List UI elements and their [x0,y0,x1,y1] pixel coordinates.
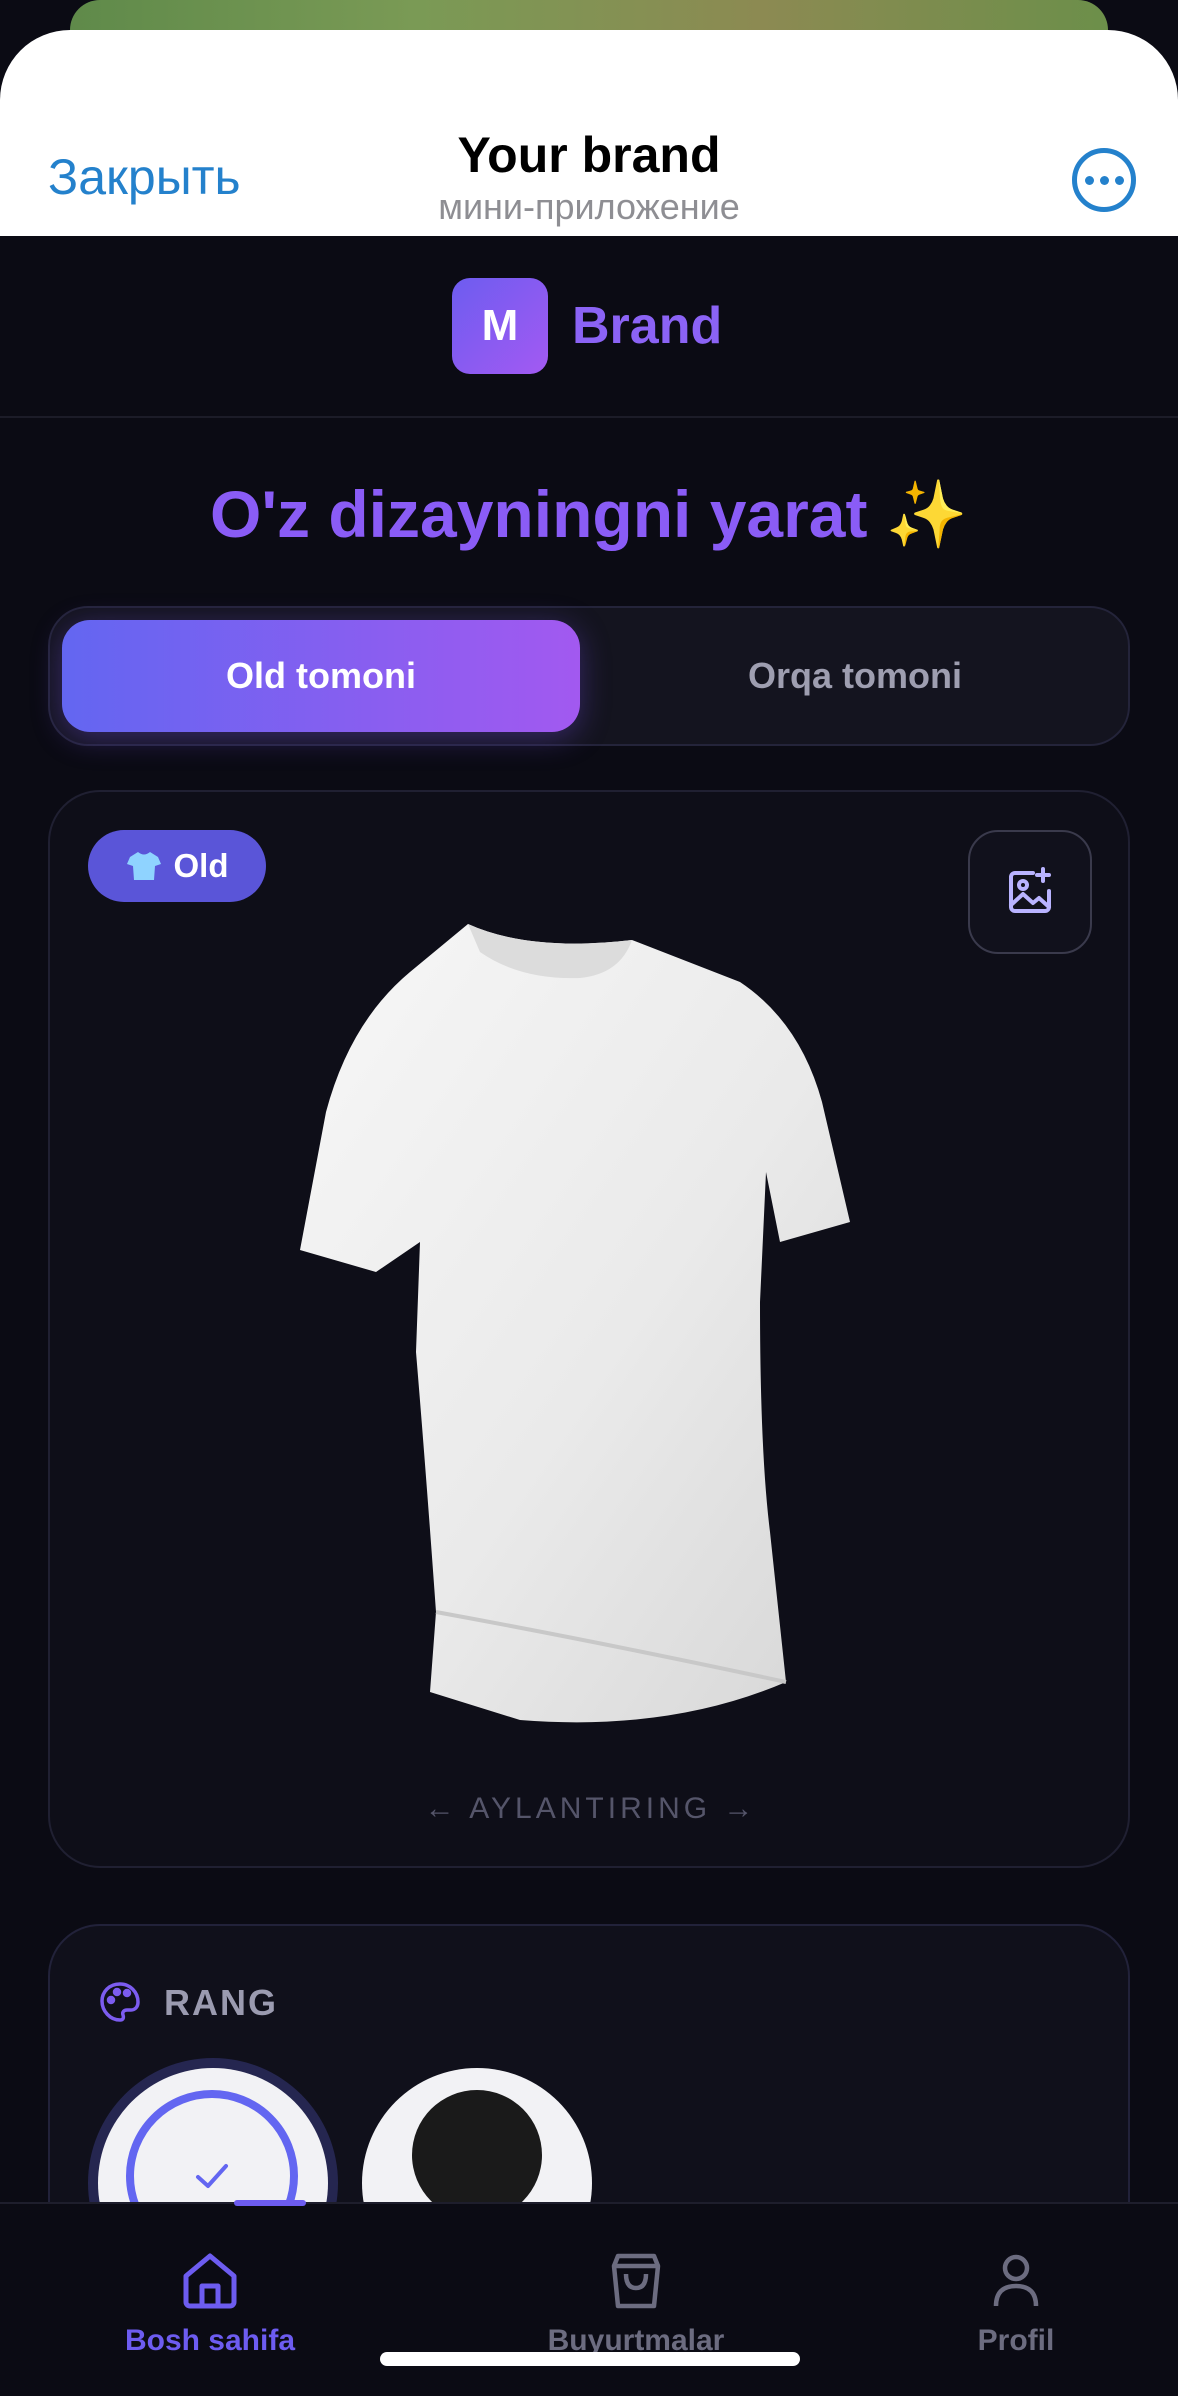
mini-app: M Brand O'z dizayningni yarat ✨ Old tomo… [0,236,1178,2396]
add-image-icon [1009,867,1051,913]
app-subtitle: мини-приложение [438,186,740,227]
shirt-preview-card: Old ← AYLANTIRING → [48,790,1130,1868]
active-indicator [234,2200,306,2206]
more-horizontal-icon[interactable] [1072,148,1136,212]
tshirt-icon [126,852,161,880]
bottom-nav: Bosh sahifa Buyurtmalar Profil [0,2200,1178,2396]
palette-icon [100,1982,140,2022]
color-section-title: RANG [164,1982,278,2023]
app-title: Your brand [457,127,721,183]
side-badge: Old [88,830,266,902]
telegram-header: Закрыть Your brand мини-приложение [0,30,1178,236]
home-icon [183,2253,237,2309]
nav-profile[interactable]: Profil [866,2204,1166,2396]
check-icon [196,2164,228,2188]
rotate-hint: ← AYLANTIRING → [424,1792,758,1825]
nav-profile-label: Profil [977,2324,1055,2357]
page-title: O'z dizayningni yarat ✨ [209,477,968,551]
nav-home[interactable]: Bosh sahifa [60,2200,360,2396]
home-indicator [380,2352,800,2366]
user-icon [993,2254,1039,2307]
brand-logo: M [452,278,548,374]
tab-back[interactable]: Orqa tomoni [590,620,1120,732]
tab-front[interactable]: Old tomoni [62,620,580,732]
brand-bar: M Brand [0,236,1178,418]
side-badge-label: Old [173,847,229,884]
add-image-button[interactable] [968,830,1092,954]
nav-home-label: Bosh sahifa [124,2324,296,2357]
brand-name: Brand [572,297,723,355]
side-tabs: Old tomoni Orqa tomoni [48,606,1130,746]
nav-orders[interactable]: Buyurtmalar [486,2204,786,2396]
black-dot [412,2090,542,2220]
shopping-bag-icon [611,2253,661,2309]
tshirt-3d-preview[interactable] [200,912,920,1732]
